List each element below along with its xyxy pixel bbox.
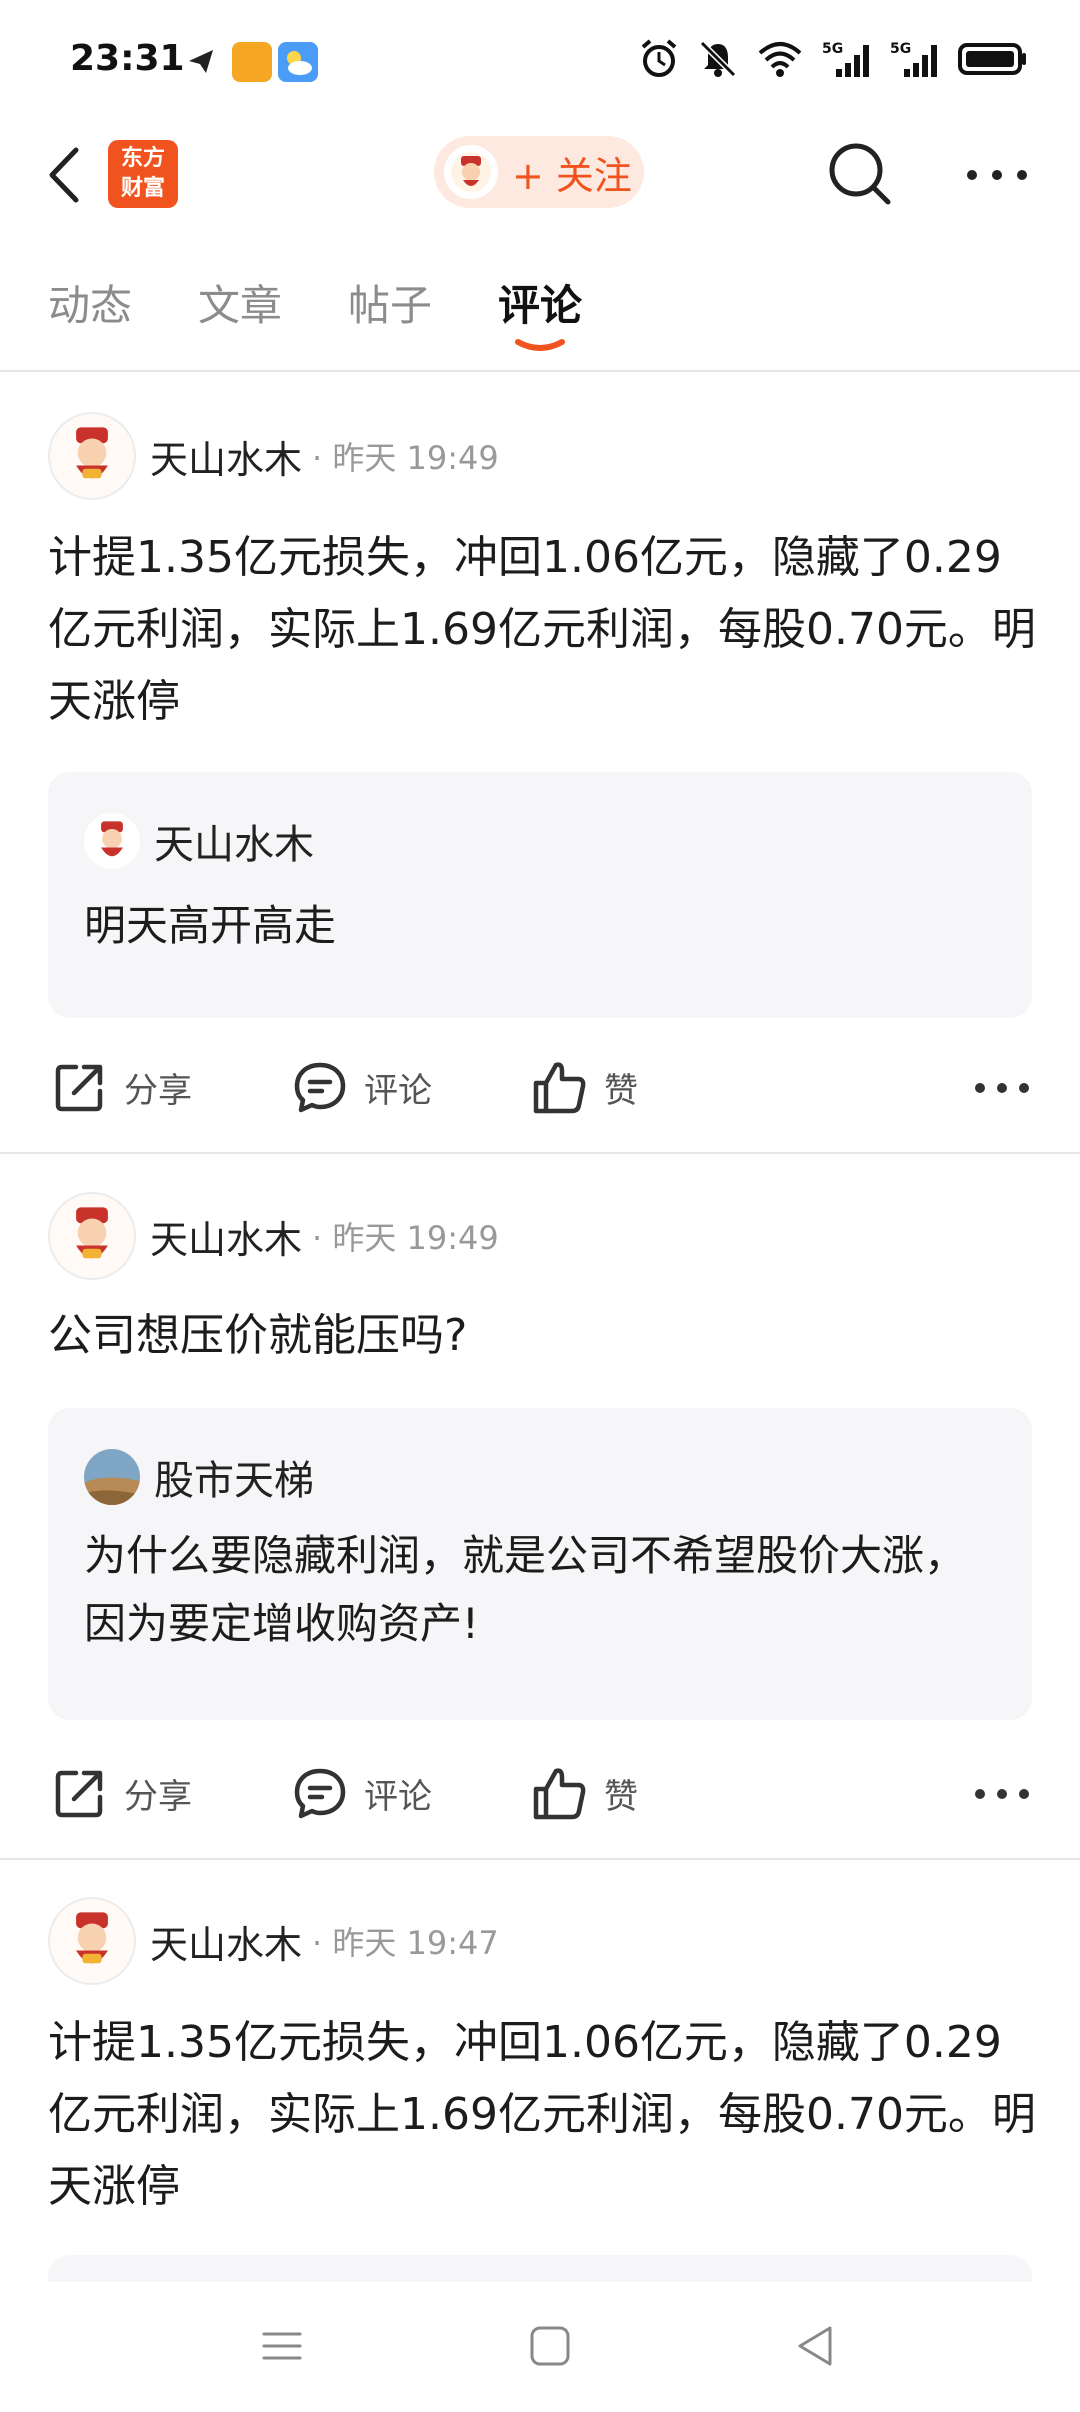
weather-icon: [278, 42, 318, 82]
tab-articles[interactable]: 文章: [198, 272, 282, 333]
author-name[interactable]: 天山水木: [150, 429, 302, 484]
comment-header: 天山水木 · 昨天 19:49: [48, 410, 499, 502]
search-icon[interactable]: [826, 140, 896, 210]
signal-5g-icon: 5G: [890, 41, 937, 77]
wifi-icon: [758, 42, 802, 77]
svg-text:5G: 5G: [890, 41, 911, 57]
signal-5g-icon: 5G: [822, 41, 869, 77]
like-button[interactable]: 赞: [532, 1748, 638, 1838]
comment-header: 天山水木 · 昨天 19:47: [48, 1895, 499, 1987]
paper-plane-icon: [189, 50, 213, 73]
comment-header: 天山水木 · 昨天 19:49: [48, 1190, 499, 1282]
comment-label: 评论: [364, 1070, 432, 1111]
comment-card: 天山水木 · 昨天 19:47 计提1.35亿元损失，冲回1.06亿元，隐藏了0…: [0, 1895, 1080, 2282]
tab-comments[interactable]: 评论: [498, 272, 582, 333]
comment-text[interactable]: 计提1.35亿元损失，冲回1.06亿元，隐藏了0.29亿元利润，实际上1.69亿…: [48, 2007, 1038, 2223]
comment-label: 评论: [364, 1776, 432, 1817]
brand-logo[interactable]: 东方 财富: [108, 140, 178, 208]
quoted-author-name[interactable]: 天山水木: [154, 812, 314, 870]
battery-icon: [958, 43, 1026, 75]
status-time: 23:31: [70, 38, 185, 79]
divider: [0, 1152, 1080, 1154]
divider: [0, 370, 1080, 372]
avatar[interactable]: [48, 1192, 136, 1280]
fortune-god-avatar-icon: [76, 1912, 108, 1964]
comment-text[interactable]: 计提1.35亿元损失，冲回1.06亿元，隐藏了0.29亿元利润，实际上1.69亿…: [48, 522, 1038, 738]
action-bar: 分享 评论 赞: [0, 1042, 1080, 1132]
quoted-reply-header: 股市天梯: [84, 1448, 314, 1506]
avatar[interactable]: [48, 412, 136, 500]
comment-card: 天山水木 · 昨天 19:49 公司想压价就能压吗? 股市天梯 为什么要隐藏利润…: [0, 1190, 1080, 1850]
post-timestamp: · 昨天 19:49: [312, 1219, 499, 1257]
post-timestamp: · 昨天 19:49: [312, 439, 499, 477]
avatar: [84, 1449, 140, 1505]
avatar: [444, 145, 498, 199]
more-options-icon[interactable]: [970, 1774, 1034, 1814]
avatar: [84, 813, 140, 869]
share-icon: [55, 1770, 103, 1818]
quoted-reply[interactable]: 股市天梯 为什么要隐藏利润，就是公司不希望股价大涨，因为要定增收购资产!: [48, 1408, 1032, 1720]
status-bar: 23:31 5G 5G: [0, 0, 1080, 120]
comment-button[interactable]: 评论: [292, 1042, 432, 1132]
quoted-reply[interactable]: [48, 2255, 1032, 2282]
follow-label: + 关注: [512, 153, 632, 198]
fortune-god-avatar-icon: [76, 1207, 108, 1259]
comment-text[interactable]: 公司想压价就能压吗?: [48, 1300, 1038, 1372]
system-nav-bar: [0, 2282, 1080, 2412]
follow-button[interactable]: + 关注: [434, 136, 644, 208]
divider: [0, 1858, 1080, 1860]
mute-icon: [699, 40, 737, 78]
fortune-god-avatar-icon: [76, 427, 108, 479]
action-bar: 分享 评论 赞: [0, 1748, 1080, 1838]
active-tab-indicator: [515, 339, 565, 351]
like-label: 赞: [604, 1070, 638, 1111]
fortune-god-avatar-icon: [451, 152, 491, 192]
more-options-icon[interactable]: [970, 1068, 1034, 1108]
comment-icon: [294, 1768, 346, 1819]
share-icon: [55, 1064, 103, 1112]
more-options-icon[interactable]: [962, 140, 1032, 210]
fortune-god-avatar-icon: [101, 821, 123, 857]
quoted-reply[interactable]: 天山水木 明天高开高走: [48, 772, 1032, 1018]
profile-tabs: 动态 文章 帖子 评论: [0, 258, 1080, 368]
share-button[interactable]: 分享: [52, 1042, 192, 1132]
brand-logo-line2: 财富: [120, 176, 165, 201]
brand-logo-line1: 东方: [120, 146, 165, 171]
tab-dynamics[interactable]: 动态: [48, 272, 132, 333]
back-triangle-icon[interactable]: [786, 2316, 846, 2376]
menu-icon[interactable]: [252, 2316, 312, 2376]
alarm-icon: [641, 39, 677, 77]
thumbs-up-icon: [533, 1062, 586, 1114]
back-arrow-icon[interactable]: [40, 142, 90, 208]
app-badge-icon: [232, 42, 272, 82]
system-tray: 5G 5G: [638, 38, 1028, 80]
svg-text:5G: 5G: [822, 41, 843, 57]
quoted-text: 为什么要隐藏利润，就是公司不希望股价大涨，因为要定增收购资产!: [84, 1531, 967, 1648]
thumbs-up-icon: [533, 1768, 586, 1820]
comment-card: 天山水木 · 昨天 19:49 计提1.35亿元损失，冲回1.06亿元，隐藏了0…: [0, 410, 1080, 1150]
landscape-avatar-icon: [84, 1449, 140, 1505]
quoted-reply-header: 天山水木: [84, 812, 314, 870]
author-name[interactable]: 天山水木: [150, 1209, 302, 1264]
quoted-author-name[interactable]: 股市天梯: [154, 1448, 314, 1506]
comment-icon: [294, 1062, 346, 1113]
tab-posts[interactable]: 帖子: [348, 272, 432, 333]
home-square-icon[interactable]: [520, 2316, 580, 2376]
like-button[interactable]: 赞: [532, 1042, 638, 1132]
share-label: 分享: [124, 1776, 192, 1817]
top-app-bar: 东方 财富 + 关注: [0, 120, 1080, 230]
quoted-text: 明天高开高走: [84, 901, 337, 950]
share-label: 分享: [124, 1070, 192, 1111]
comment-button[interactable]: 评论: [292, 1748, 432, 1838]
share-button[interactable]: 分享: [52, 1748, 192, 1838]
author-name[interactable]: 天山水木: [150, 1914, 302, 1969]
avatar[interactable]: [48, 1897, 136, 1985]
like-label: 赞: [604, 1776, 638, 1817]
post-timestamp: · 昨天 19:47: [312, 1924, 499, 1962]
